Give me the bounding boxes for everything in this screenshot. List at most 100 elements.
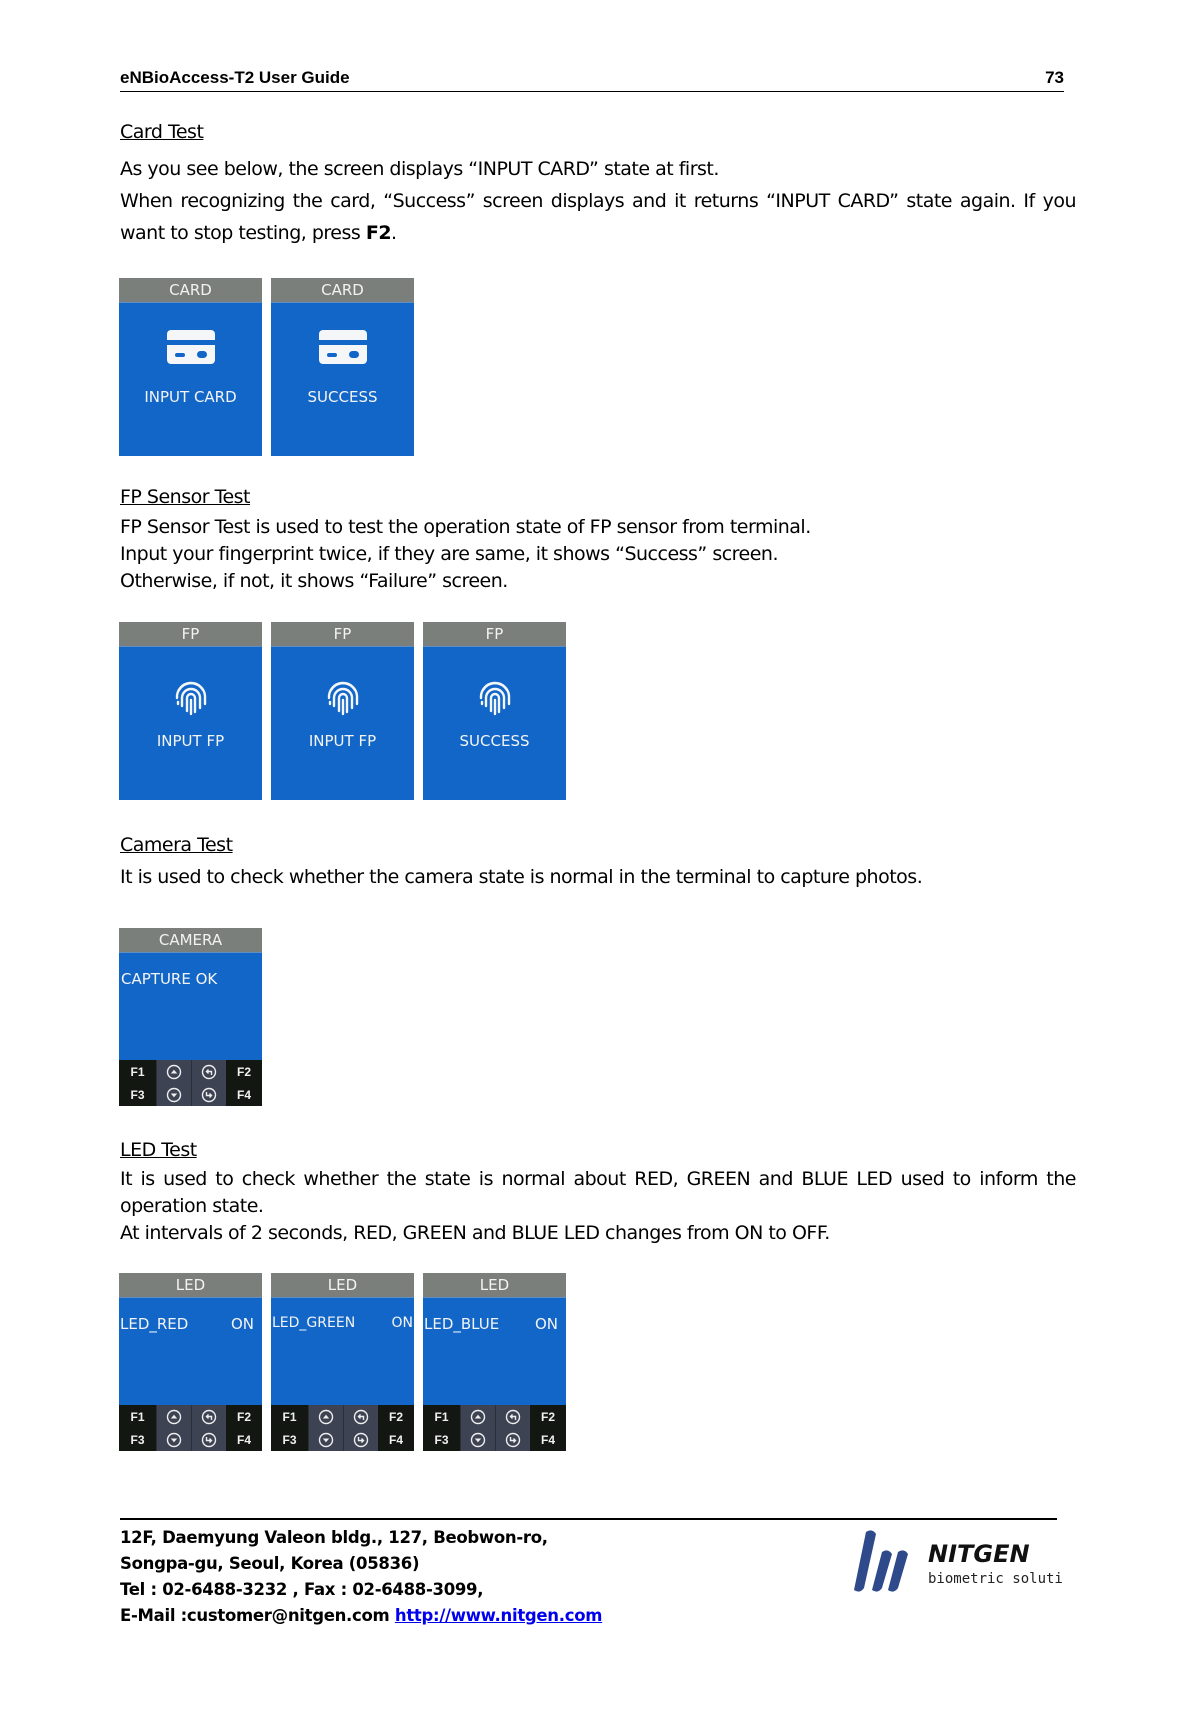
screen-status-line: LED_RED ON [120, 1315, 254, 1333]
f2-key[interactable]: F2 [226, 1405, 262, 1428]
screen-header: FP [423, 622, 566, 647]
f2-key[interactable]: F2 [530, 1405, 566, 1428]
f1-key[interactable]: F1 [423, 1405, 460, 1428]
keypad-bar: F1 F2 F3 F4 [423, 1405, 566, 1451]
screen-message: SUCCESS [307, 388, 378, 406]
back-arrow-icon[interactable] [495, 1405, 530, 1428]
card-test-line-2-text: When recognizing the card, “Success” scr… [120, 190, 1077, 244]
card-test-line-1: As you see below, the screen displays “I… [120, 158, 719, 180]
fp-test-line-1: FP Sensor Test is used to test the opera… [120, 516, 811, 538]
status-value: ON [391, 1315, 414, 1331]
f4-key[interactable]: F4 [226, 1083, 262, 1106]
screen-header: LED [119, 1273, 262, 1298]
status-label: LED_GREEN [272, 1315, 356, 1331]
email: E-Mail :customer@nitgen.com [120, 1606, 395, 1625]
led-screen-blue: LED LED_BLUE ON F1 F2 F3 F4 [423, 1273, 566, 1451]
f4-key[interactable]: F4 [226, 1428, 262, 1451]
enter-arrow-icon[interactable] [495, 1428, 530, 1451]
screen-message: INPUT FP [156, 732, 225, 750]
down-arrow-icon[interactable] [460, 1428, 495, 1451]
logo-tagline: biometric solutions [928, 1571, 1062, 1587]
screen-header: LED [423, 1273, 566, 1298]
card-test-line-2: When recognizing the card, “Success” scr… [120, 185, 1077, 249]
document-title: eNBioAccess-T2 User Guide [120, 68, 350, 87]
enter-arrow-icon[interactable] [191, 1428, 226, 1451]
back-arrow-icon[interactable] [191, 1060, 226, 1083]
camera-test-heading: Camera Test [120, 834, 233, 856]
fingerprint-icon [271, 678, 414, 716]
f2-key-reference: F2 [365, 222, 392, 244]
nitgen-logo: NITGEN biometric solutions [852, 1528, 1088, 1594]
enter-arrow-icon[interactable] [191, 1083, 226, 1106]
address-line-1: 12F, Daemyung Valeon bldg., 127, Beobwon… [120, 1528, 548, 1547]
led-test-heading: LED Test [120, 1139, 197, 1161]
down-arrow-icon[interactable] [308, 1428, 343, 1451]
logo-wordmark: NITGEN [928, 1540, 1030, 1568]
keypad-bar: F1 F2 F3 F4 [271, 1405, 414, 1451]
f1-key[interactable]: F1 [271, 1405, 308, 1428]
period: . [391, 222, 397, 244]
camera-test-line-1: It is used to check whether the camera s… [120, 866, 923, 888]
back-arrow-icon[interactable] [191, 1405, 226, 1428]
status-label: CAPTURE OK [121, 970, 218, 988]
fp-test-description: FP Sensor Test is used to test the opera… [120, 514, 1076, 595]
f2-key[interactable]: F2 [378, 1405, 414, 1428]
f3-key[interactable]: F3 [119, 1083, 156, 1106]
address-line-2: Songpa-gu, Seoul, Korea (05836) [120, 1554, 420, 1573]
card-icon [119, 330, 262, 364]
down-arrow-icon[interactable] [156, 1428, 191, 1451]
website-link[interactable]: http://www.nitgen.com [395, 1606, 603, 1625]
screen-header: FP [119, 622, 262, 647]
screen-message: INPUT CARD [144, 388, 237, 406]
keypad-bar: F1 F2 F3 F4 [119, 1405, 262, 1451]
f1-key[interactable]: F1 [119, 1060, 156, 1083]
fingerprint-icon [423, 678, 566, 716]
screen-status-line: LED_BLUE ON [424, 1315, 558, 1333]
led-screen-red: LED LED_RED ON F1 F2 F3 F4 [119, 1273, 262, 1451]
f3-key[interactable]: F3 [271, 1428, 308, 1451]
up-arrow-icon[interactable] [308, 1405, 343, 1428]
footer-divider [120, 1518, 1057, 1520]
nitgen-mark-icon [854, 1530, 908, 1592]
f4-key[interactable]: F4 [530, 1428, 566, 1451]
fp-screen-input-2: FP INPUT FP [271, 622, 414, 800]
f4-key[interactable]: F4 [378, 1428, 414, 1451]
led-test-description: It is used to check whether the state is… [120, 1166, 1077, 1247]
phone-fax: Tel : 02-6488-3232 , Fax : 02-6488-3099, [120, 1580, 484, 1599]
header-divider [120, 91, 1064, 92]
fp-test-line-2: Input your fingerprint twice, if they ar… [120, 543, 779, 565]
screen-header: LED [271, 1273, 414, 1298]
f3-key[interactable]: F3 [119, 1428, 156, 1451]
f2-key[interactable]: F2 [226, 1060, 262, 1083]
f1-key[interactable]: F1 [119, 1405, 156, 1428]
card-screen-success: CARD SUCCESS [271, 278, 414, 456]
fingerprint-icon [119, 678, 262, 716]
fp-screen-success: FP SUCCESS [423, 622, 566, 800]
status-value: ON [230, 1315, 254, 1333]
screen-header: CAMERA [119, 928, 262, 953]
camera-screen: CAMERA CAPTURE OK F1 F2 F3 F4 [119, 928, 262, 1106]
footer-contact: 12F, Daemyung Valeon bldg., 127, Beobwon… [120, 1525, 602, 1629]
card-test-heading: Card Test [120, 121, 204, 143]
fp-test-heading: FP Sensor Test [120, 486, 251, 508]
screen-header: CARD [271, 278, 414, 303]
back-arrow-icon[interactable] [343, 1405, 378, 1428]
keypad-bar: F1 F2 F3 F4 [119, 1060, 262, 1106]
screen-header: CARD [119, 278, 262, 303]
fp-screen-input-1: FP INPUT FP [119, 622, 262, 800]
led-screen-green: LED LED_GREEN ON F1 F2 F3 F4 [271, 1273, 414, 1451]
up-arrow-icon[interactable] [156, 1060, 191, 1083]
card-icon [271, 330, 414, 364]
up-arrow-icon[interactable] [460, 1405, 495, 1428]
screen-message: INPUT FP [308, 732, 377, 750]
f3-key[interactable]: F3 [423, 1428, 460, 1451]
up-arrow-icon[interactable] [156, 1405, 191, 1428]
email-line: E-Mail :customer@nitgen.com http://www.n… [120, 1603, 602, 1629]
down-arrow-icon[interactable] [156, 1083, 191, 1106]
fp-test-line-3: Otherwise, if not, it shows “Failure” sc… [120, 570, 508, 592]
page-number: 73 [1045, 68, 1064, 87]
screen-status-line: CAPTURE OK [121, 970, 260, 988]
status-label: LED_RED [120, 1315, 189, 1333]
enter-arrow-icon[interactable] [343, 1428, 378, 1451]
camera-test-description: It is used to check whether the camera s… [120, 864, 1076, 891]
